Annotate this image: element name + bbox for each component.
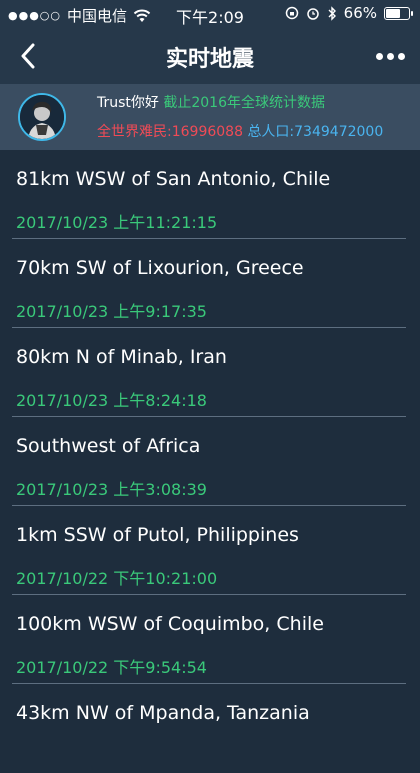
- status-right: 66%: [285, 4, 413, 22]
- quake-place: 1km SSW of Putol, Philippines: [16, 524, 299, 546]
- quake-place: Southwest of Africa: [16, 435, 201, 457]
- bluetooth-icon: [328, 5, 336, 21]
- quake-time: 2017/10/22 下午9:54:54: [16, 658, 207, 677]
- quake-place: 80km N of Minab, Iran: [16, 346, 227, 368]
- rotation-lock-icon: [285, 6, 298, 20]
- quake-time: 2017/10/22 下午10:21:00: [16, 569, 218, 588]
- avatar[interactable]: [18, 93, 66, 141]
- list-item[interactable]: 43km NW of Mpanda, Tanzania: [0, 684, 420, 773]
- quake-place: 100km WSW of Coquimbo, Chile: [16, 613, 324, 635]
- quake-time: 2017/10/23 上午11:21:15: [16, 213, 218, 232]
- refugees-stat: 全世界难民:16996088: [97, 124, 243, 140]
- list-item[interactable]: 81km WSW of San Antonio, Chile 2017/10/2…: [0, 150, 420, 239]
- quake-place: 70km SW of Lixourion, Greece: [16, 257, 304, 279]
- page-title: 实时地震: [165, 47, 254, 72]
- more-dot-icon: [397, 52, 405, 60]
- quake-time: 2017/10/23 上午8:24:18: [16, 391, 207, 410]
- quake-place: 81km WSW of San Antonio, Chile: [16, 168, 331, 190]
- status-bar: ●●●○○ 中国电信 下午2:09 66%: [0, 0, 420, 28]
- quake-place: 43km NW of Mpanda, Tanzania: [16, 702, 310, 724]
- user-info-card: Trust你好 截止2016年全球统计数据 全世界难民:16996088 总人口…: [0, 84, 420, 150]
- list-item[interactable]: 80km N of Minab, Iran 2017/10/23 上午8:24:…: [0, 328, 420, 417]
- battery-icon: [384, 6, 413, 20]
- battery-percent: 66%: [343, 4, 377, 22]
- stats-caption: 截止2016年全球统计数据: [163, 95, 325, 111]
- greeting-line: Trust你好 截止2016年全球统计数据: [97, 92, 325, 112]
- more-dot-icon: [375, 52, 383, 60]
- more-button[interactable]: [370, 38, 410, 74]
- battery-level: [386, 8, 400, 18]
- list-item[interactable]: 100km WSW of Coquimbo, Chile 2017/10/22 …: [0, 595, 420, 684]
- list-item[interactable]: 70km SW of Lixourion, Greece 2017/10/23 …: [0, 239, 420, 328]
- greeting-text: Trust你好: [97, 95, 159, 111]
- avatar-image: [20, 95, 64, 139]
- nav-bar: 实时地震: [0, 28, 420, 84]
- population-stat: 总人口:7349472000: [247, 124, 384, 140]
- quake-time: 2017/10/23 上午9:17:35: [16, 302, 207, 321]
- quake-time: 2017/10/23 上午3:08:39: [16, 480, 207, 499]
- more-dot-icon: [386, 52, 394, 60]
- list-item[interactable]: Southwest of Africa 2017/10/23 上午3:08:39: [0, 417, 420, 506]
- stats-line: 全世界难民:16996088 总人口:7349472000: [97, 121, 383, 141]
- alarm-icon: [306, 8, 319, 20]
- list-item[interactable]: 1km SSW of Putol, Philippines 2017/10/22…: [0, 506, 420, 595]
- earthquake-list: 81km WSW of San Antonio, Chile 2017/10/2…: [0, 150, 420, 773]
